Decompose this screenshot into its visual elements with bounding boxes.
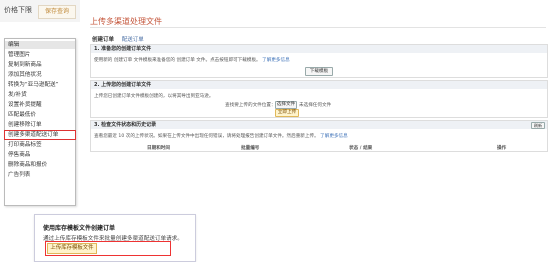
inventory-template-card: 使用库存模板文件创建订单 通过上传库存模板文件来批量创建多渠道配送订单请求。 上… (34, 214, 196, 262)
header-bar: 价格下限 保存查询 (0, 0, 80, 22)
menu-item-restock-alert[interactable]: 设置补货提醒 (5, 101, 75, 109)
section-prepare-file: 1. 准备您的创建订单文件 使用新的 创建订单 文件模板来准备您的 创建订单 文… (90, 44, 548, 78)
section-header: 2. 上传您的创建订单文件 (91, 81, 547, 89)
card-title: 使用库存模板文件创建订单 (43, 225, 116, 232)
section-text: 使用新的 创建订单 文件模板来准备您的 创建订单 文件。点击按钮即可下载模板。 … (94, 57, 290, 63)
menu-item-send-replenish[interactable]: 发/补货 (5, 91, 75, 99)
tab-fulfillment-order[interactable]: 配送订单 (122, 37, 144, 43)
menu-item-delete-listing[interactable]: 删除商品和报价 (5, 161, 75, 169)
learn-more-link[interactable]: 了解更多信息 (320, 134, 348, 139)
menu-item-edit[interactable]: 编辑 (5, 41, 75, 49)
page-title: 上传多渠道处理文件 (90, 17, 162, 26)
menu-item-match-lowest-price[interactable]: 匹配最低价 (5, 111, 75, 119)
learn-more-link[interactable]: 了解更多信息 (262, 58, 290, 63)
menu-item-ad-list[interactable]: 广告列表 (5, 171, 75, 179)
menu-item-manage-images[interactable]: 管理图片 (5, 51, 75, 59)
column-header-status: 状态 / 结果 (349, 146, 373, 151)
column-header-batch-id: 批量编号 (241, 146, 260, 151)
save-search-button[interactable]: 保存查询 (38, 5, 76, 19)
column-header-action: 操作 (497, 146, 507, 151)
menu-item-create-mcf-order[interactable]: 创建多渠道配送订单 (4, 130, 76, 140)
menu-item-create-removal[interactable]: 创建移除订单 (5, 121, 75, 129)
column-header-datetime: 日期和时间 (147, 146, 170, 151)
section-description: 上传您已创建订单文件模板创建的，以将其导出到亚马逊。 (94, 94, 214, 99)
upload-now-button[interactable]: 立即上传 (275, 109, 299, 117)
tab-bar: 创建订单 配送订单 (92, 35, 144, 43)
file-location-label: 查找要上传的文件位置： (225, 103, 276, 108)
menu-item-stop-selling[interactable]: 停售商品 (5, 151, 75, 159)
tab-create-order[interactable]: 创建订单 (92, 37, 114, 43)
section-text: 查看您最近 10 次的上传状况。如果在上传文件中出现任何错误，请将处理报告创建订… (94, 133, 348, 139)
refresh-button[interactable]: 刷新 (531, 122, 545, 129)
no-file-text: 未选择任何文件 (299, 103, 332, 108)
menu-item-convert-fba[interactable]: 转换为“亚马逊配送” (5, 81, 75, 89)
menu-item-add-condition[interactable]: 添加其他状况 (5, 71, 75, 79)
section-description: 查看您最近 10 次的上传状况。如果在上传文件中出现任何错误，请将处理报告创建订… (94, 134, 319, 139)
menu-item-print-labels[interactable]: 打印商品标签 (5, 141, 75, 149)
menu-item-copy-to-new[interactable]: 复制到新商品 (5, 61, 75, 69)
section-header: 3. 检查文件状态和历史记录 (91, 121, 547, 129)
section-header: 1. 准备您的创建订单文件 (91, 45, 547, 53)
section-upload-file: 2. 上传您的创建订单文件 上传您已创建订单文件模板创建的，以将其导出到亚马逊。… (90, 80, 548, 118)
section-description: 使用新的 创建订单 文件模板来准备您的 创建订单 文件。点击按钮即可下载模板。 (94, 58, 261, 63)
download-template-button[interactable]: 下载模板 (305, 67, 333, 76)
upload-inventory-template-button[interactable]: 上传库存模板文件 (47, 243, 97, 254)
choose-file-button[interactable]: 选择文件 (275, 101, 297, 109)
column-title: 价格下限 (4, 6, 32, 14)
title-divider (90, 27, 546, 28)
action-menu: 编辑 管理图片 复制到新商品 添加其他状况 转换为“亚马逊配送” 发/补货 设置… (4, 38, 76, 206)
section-file-status: 3. 检查文件状态和历史记录 刷新 查看您最近 10 次的上传状况。如果在上传文… (90, 120, 548, 152)
